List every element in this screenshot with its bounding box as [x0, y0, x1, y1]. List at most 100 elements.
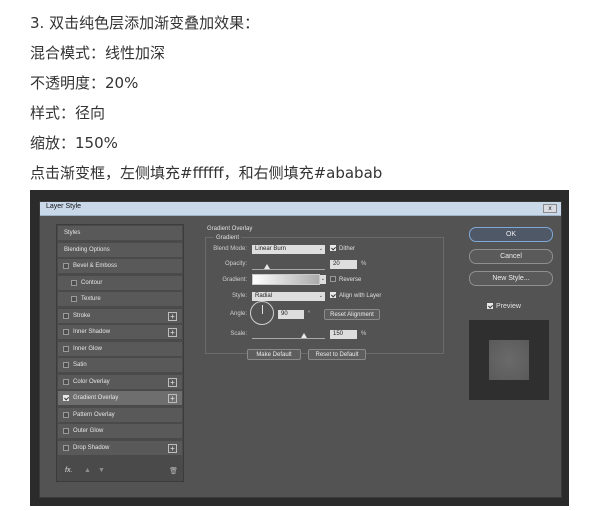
- checkbox-icon[interactable]: [63, 362, 69, 368]
- sidebar-footer: fx. ▲ ▼ 🗑: [58, 464, 182, 480]
- screenshot-frame: Layer Style x Styles Blending Options Beve…: [30, 190, 569, 506]
- gradient-label: Gradient:: [222, 277, 247, 283]
- angle-dial[interactable]: [250, 301, 274, 325]
- sidebar-item-blending-options[interactable]: Blending Options: [58, 242, 182, 258]
- opacity-unit: %: [361, 261, 367, 267]
- make-default-button[interactable]: Make Default: [247, 349, 301, 360]
- fx-button[interactable]: fx.: [65, 467, 72, 474]
- blend-mode-select[interactable]: Linear Burn ⌄: [252, 245, 325, 254]
- arrow-up-icon[interactable]: ▲: [84, 467, 91, 474]
- checkbox-icon[interactable]: [63, 312, 69, 319]
- sidebar-item-label: Pattern Overlay: [73, 411, 115, 418]
- sidebar-item-styles[interactable]: Styles: [58, 226, 182, 241]
- section-title: Gradient Overlay: [207, 226, 253, 232]
- ok-button[interactable]: OK: [469, 227, 553, 242]
- sidebar-item-label: Bevel & Emboss: [73, 263, 118, 269]
- reset-to-default-button[interactable]: Reset to Default: [308, 349, 366, 360]
- gradient-overlay-panel: Gradient Overlay Gradient Blend Mode: Li…: [191, 224, 467, 479]
- group-title: Gradient: [214, 234, 242, 242]
- sidebar-item-label: Drop Shadow: [73, 444, 110, 451]
- opacity-slider[interactable]: [252, 269, 325, 270]
- blend-mode-note: 混合模式：线性加深: [30, 44, 166, 62]
- sidebar-item-label: Inner Shadow: [73, 329, 111, 335]
- style-label: Style:: [231, 293, 247, 299]
- sidebar-item-label: Outer Glow: [73, 428, 104, 434]
- preview-swatch: [489, 340, 529, 380]
- angle-input[interactable]: 90: [278, 310, 304, 319]
- style-note: 样式：径向: [30, 104, 106, 122]
- sidebar-item-contour[interactable]: Contour: [58, 275, 182, 291]
- dialog-titlebar[interactable]: Layer Style x: [40, 202, 561, 216]
- scale-label: Scale:: [230, 331, 247, 337]
- align-with-layer-checkbox[interactable]: Align with Layer: [330, 291, 381, 301]
- add-icon[interactable]: +: [168, 377, 177, 387]
- sidebar-item-drop-shadow[interactable]: Drop Shadow +: [58, 440, 182, 456]
- checkbox-icon[interactable]: [63, 345, 69, 352]
- checkbox-icon[interactable]: [63, 444, 69, 451]
- sidebar-item-label: Gradient Overlay: [73, 395, 119, 401]
- sidebar-item-label: Texture: [81, 296, 101, 302]
- sidebar-item-label: Color Overlay: [73, 378, 110, 385]
- gradient-dropdown[interactable]: ⌄: [320, 275, 326, 284]
- reset-alignment-button[interactable]: Reset Alignment: [324, 309, 380, 320]
- gradient-picker[interactable]: [252, 274, 320, 285]
- cancel-button[interactable]: Cancel: [469, 249, 553, 264]
- sidebar-item-bevel-emboss[interactable]: Bevel & Emboss: [58, 259, 182, 274]
- reverse-checkbox[interactable]: Reverse: [330, 275, 361, 285]
- add-icon[interactable]: +: [168, 443, 177, 453]
- sidebar-item-stroke[interactable]: Stroke +: [58, 308, 182, 324]
- opacity-slider-handle[interactable]: [263, 264, 270, 269]
- opacity-label: Opacity:: [224, 261, 247, 267]
- dither-label: Dither: [339, 246, 356, 252]
- new-style-button[interactable]: New Style...: [469, 271, 553, 286]
- sidebar-item-inner-shadow[interactable]: Inner Shadow +: [58, 325, 182, 340]
- dialog-title: Layer Style: [46, 203, 82, 210]
- angle-unit: °: [308, 311, 311, 317]
- checkbox-icon[interactable]: [63, 411, 69, 418]
- style-value: Radial: [255, 293, 273, 299]
- blend-mode-label: Blend Mode:: [213, 246, 247, 252]
- checkbox-icon: [330, 276, 336, 282]
- sidebar-item-satin[interactable]: Satin: [58, 358, 182, 373]
- chevron-down-icon: ⌄: [318, 246, 323, 252]
- scale-input[interactable]: 150: [330, 330, 357, 339]
- trash-icon[interactable]: 🗑: [169, 467, 178, 475]
- scale-slider[interactable]: [252, 338, 325, 339]
- step-heading: 3. 双击纯色层添加渐变叠加效果：: [30, 14, 260, 32]
- chevron-down-icon: ⌄: [320, 276, 325, 282]
- checkbox-icon[interactable]: [63, 378, 69, 385]
- chevron-down-icon: ⌄: [318, 293, 323, 299]
- opacity-input[interactable]: 20: [330, 260, 357, 269]
- style-preview: [469, 320, 549, 400]
- checkbox-icon: [330, 245, 336, 251]
- preview-checkbox[interactable]: Preview: [487, 302, 521, 312]
- checkbox-icon[interactable]: [63, 395, 69, 401]
- scale-slider-handle[interactable]: [300, 333, 307, 338]
- sidebar-item-outer-glow[interactable]: Outer Glow: [58, 424, 182, 439]
- dither-checkbox[interactable]: Dither: [330, 244, 355, 254]
- checkbox-icon[interactable]: [71, 296, 77, 302]
- sidebar-item-color-overlay[interactable]: Color Overlay +: [58, 374, 182, 390]
- checkbox-icon[interactable]: [63, 329, 69, 335]
- checkbox-icon: [487, 303, 493, 309]
- checkbox-icon[interactable]: [63, 428, 69, 434]
- scale-note: 缩放：150%: [30, 134, 118, 152]
- align-label: Align with Layer: [339, 293, 382, 299]
- arrow-down-icon[interactable]: ▼: [98, 467, 105, 474]
- checkbox-icon[interactable]: [71, 279, 77, 286]
- style-select[interactable]: Radial ⌄: [252, 292, 325, 301]
- close-button[interactable]: x: [543, 204, 557, 213]
- add-icon[interactable]: +: [168, 328, 177, 337]
- add-icon[interactable]: +: [168, 311, 177, 321]
- sidebar-item-texture[interactable]: Texture: [58, 292, 182, 307]
- sidebar-item-inner-glow[interactable]: Inner Glow: [58, 341, 182, 357]
- blend-mode-value: Linear Burn: [255, 246, 287, 252]
- angle-label: Angle:: [229, 311, 247, 317]
- checkbox-icon[interactable]: [63, 263, 69, 269]
- gradient-note: 点击渐变框，左侧填充#ffffff，和右侧填充#ababab: [30, 164, 383, 182]
- opacity-note: 不透明度：20%: [30, 74, 139, 92]
- add-icon[interactable]: +: [168, 394, 177, 403]
- sidebar-item-pattern-overlay[interactable]: Pattern Overlay: [58, 407, 182, 423]
- article-text: 3. 双击纯色层添加渐变叠加效果： 混合模式：线性加深 不透明度：20% 样式：…: [30, 8, 382, 188]
- sidebar-item-gradient-overlay[interactable]: Gradient Overlay +: [58, 391, 182, 406]
